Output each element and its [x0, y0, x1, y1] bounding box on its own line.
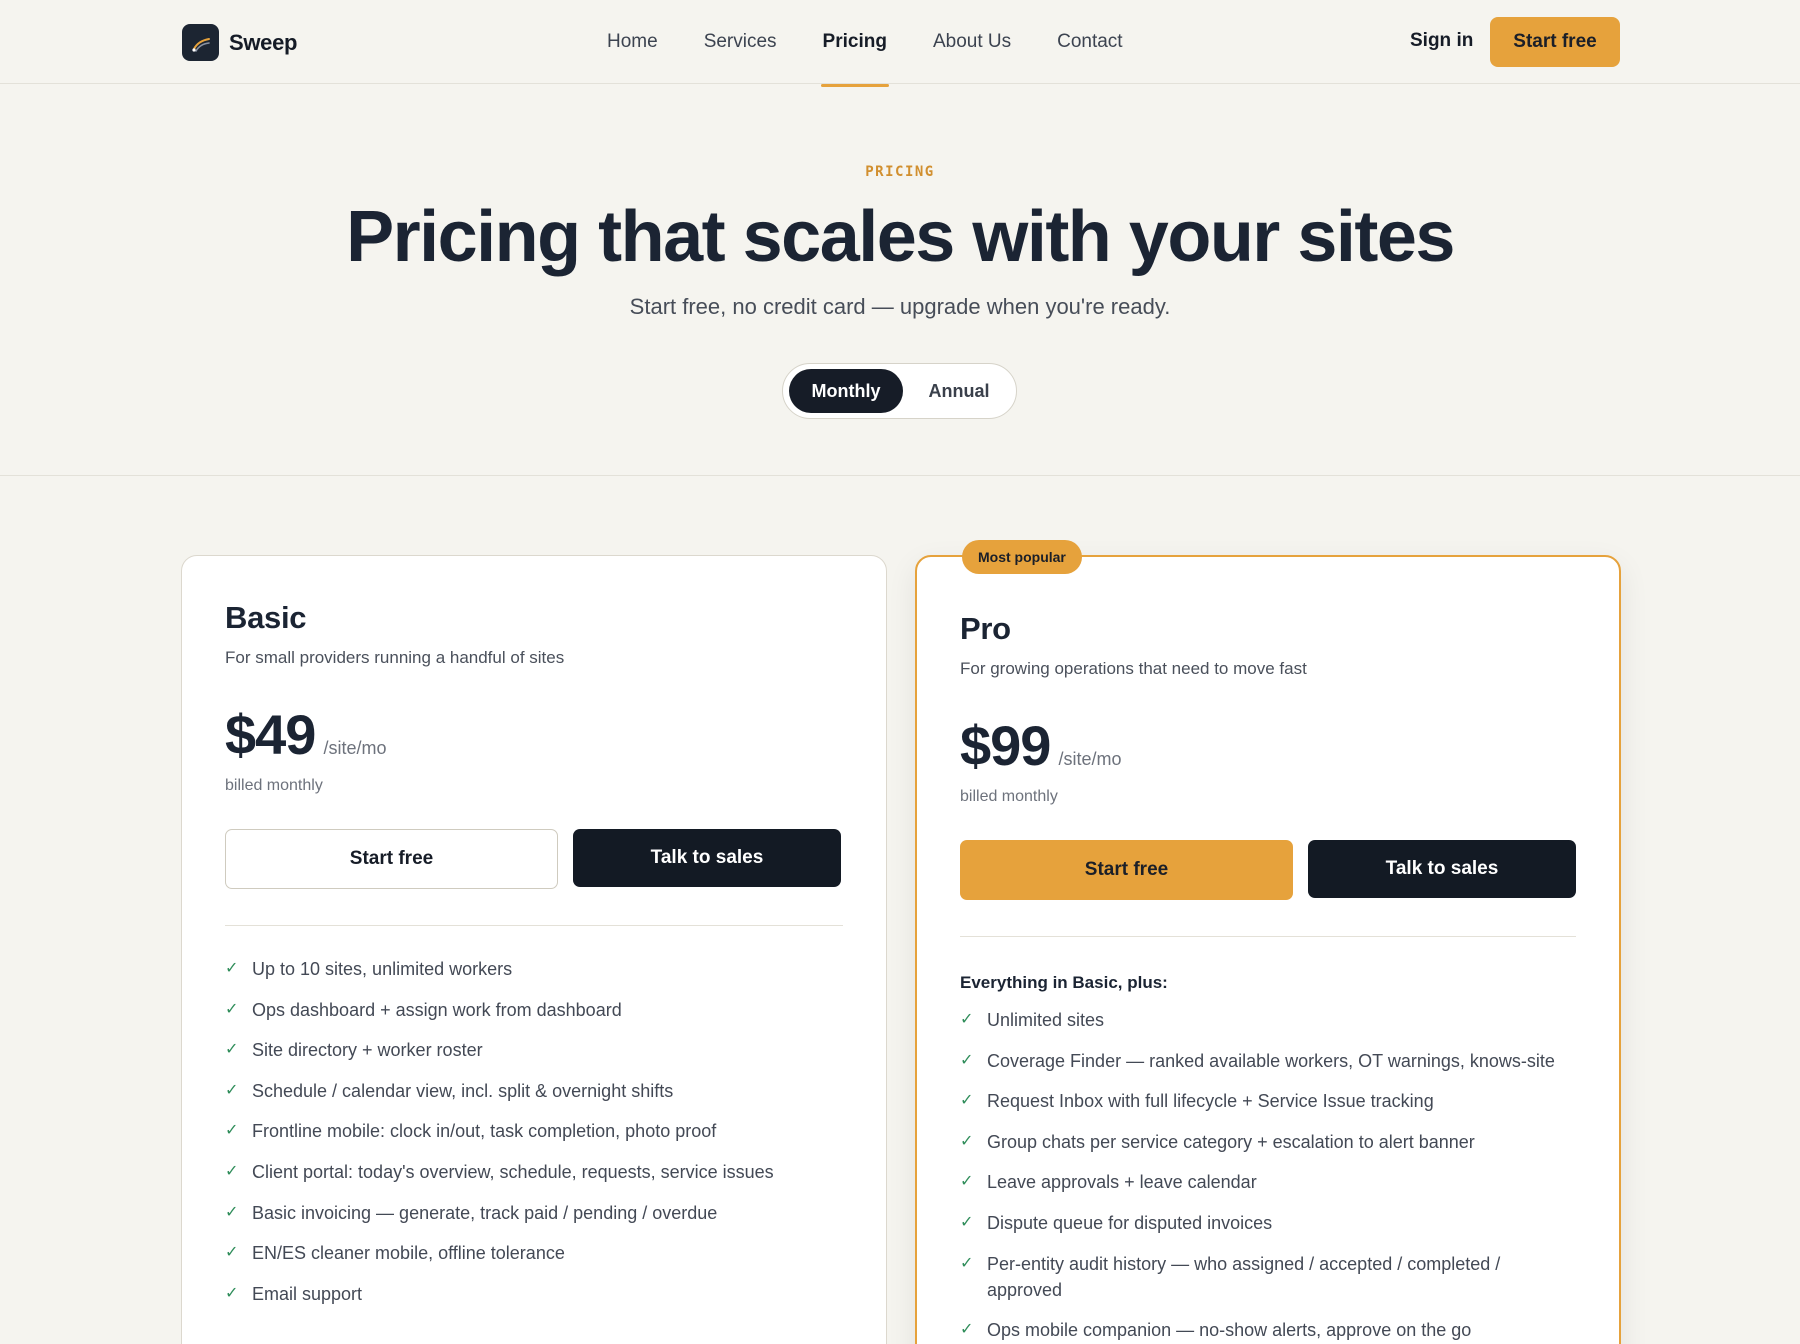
- feature-item: ✓ Basic invoicing — generate, track paid …: [225, 1200, 843, 1226]
- pro-start-free-button[interactable]: Start free: [960, 840, 1293, 900]
- billing-note: billed monthly: [960, 788, 1058, 805]
- check-icon: ✓: [960, 1321, 974, 1339]
- feature-item: ✓ Ops mobile companion — no-show alerts, …: [960, 1317, 1576, 1343]
- feature-item: ✓ Client portal: today's overview, schedu…: [225, 1159, 843, 1185]
- pro-talk-to-sales-button[interactable]: Talk to sales: [1308, 840, 1576, 898]
- sweep-logo-icon: [182, 24, 219, 61]
- pricing-hero: PRICING Pricing that scales with your si…: [0, 84, 1800, 476]
- check-icon: ✓: [960, 1092, 974, 1110]
- check-icon: ✓: [225, 1162, 239, 1180]
- features-heading: Everything in Basic, plus:: [960, 973, 1168, 992]
- check-icon: ✓: [225, 1041, 239, 1059]
- plan-description: For small providers running a handful of…: [225, 648, 565, 667]
- check-icon: ✓: [225, 1000, 239, 1018]
- basic-start-free-button[interactable]: Start free: [225, 829, 558, 889]
- billing-note: billed monthly: [225, 777, 323, 794]
- nav-contact[interactable]: Contact: [1057, 0, 1122, 84]
- plan-actions: Start free Talk to sales: [960, 840, 1576, 900]
- price-unit: /site/mo: [1058, 749, 1122, 769]
- site-header: Sweep Home Services Pricing About Us Con…: [0, 0, 1800, 87]
- feature-item: ✓ Leave approvals + leave calendar: [960, 1169, 1576, 1195]
- check-icon: ✓: [225, 1244, 239, 1262]
- plan-name: Basic: [225, 600, 307, 635]
- feature-item: ✓ Ops dashboard + assign work from dashbo…: [225, 997, 843, 1023]
- plan-price: $99: [960, 714, 1051, 777]
- check-icon: ✓: [225, 1081, 239, 1099]
- feature-item: ✓ Site directory + worker roster: [225, 1037, 843, 1063]
- feature-list: ✓ Unlimited sites ✓ Coverage Finder — rank…: [960, 1007, 1576, 1343]
- feature-item: ✓ Frontline mobile: clock in/out, task co…: [225, 1118, 843, 1144]
- nav-home[interactable]: Home: [607, 0, 658, 84]
- price-unit: /site/mo: [323, 738, 387, 758]
- price-row: $49 /site/mo: [225, 702, 843, 767]
- nav-pricing[interactable]: Pricing: [820, 0, 890, 87]
- plan-price: $49: [225, 703, 316, 766]
- price-row: $99 /site/mo: [960, 713, 1576, 778]
- divider: [225, 925, 843, 926]
- check-icon: ✓: [960, 1051, 974, 1069]
- plan-name: Pro: [960, 611, 1011, 646]
- feature-item: ✓ Request Inbox with full lifecycle + Ser…: [960, 1088, 1576, 1114]
- nav-about-us[interactable]: About Us: [933, 0, 1011, 84]
- feature-item: ✓ Per-entity audit history — who assigned…: [960, 1251, 1576, 1303]
- check-icon: ✓: [960, 1213, 974, 1231]
- brand-logo[interactable]: Sweep: [182, 24, 298, 61]
- page-title: Pricing that scales with your sites: [346, 197, 1455, 277]
- feature-item: ✓ Schedule / calendar view, incl. split &…: [225, 1078, 843, 1104]
- check-icon: ✓: [225, 1284, 239, 1302]
- feature-item: ✓ Group chats per service category + esca…: [960, 1129, 1576, 1155]
- plan-card-basic: Basic For small providers running a hand…: [181, 555, 887, 1344]
- feature-item: ✓ Up to 10 sites, unlimited workers: [225, 956, 843, 982]
- check-icon: ✓: [225, 1203, 239, 1221]
- sign-in-link[interactable]: Sign in: [1410, 30, 1473, 52]
- billing-period-toggle: Monthly Annual: [782, 363, 1017, 419]
- feature-list: ✓ Up to 10 sites, unlimited workers ✓ Ops …: [225, 956, 843, 1307]
- nav-services[interactable]: Services: [704, 0, 777, 84]
- eyebrow-label: PRICING: [865, 164, 935, 180]
- check-icon: ✓: [960, 1132, 974, 1150]
- toggle-annual[interactable]: Annual: [905, 369, 1013, 413]
- main-nav: Home Services Pricing About Us Contact: [607, 0, 1169, 87]
- divider: [960, 936, 1576, 937]
- plan-actions: Start free Talk to sales: [225, 829, 843, 889]
- toggle-monthly[interactable]: Monthly: [789, 369, 903, 413]
- brand-name: Sweep: [229, 29, 298, 55]
- plan-card-pro: Most popular Pro For growing operations …: [915, 540, 1621, 1344]
- basic-talk-to-sales-button[interactable]: Talk to sales: [573, 829, 841, 887]
- page-subtitle: Start free, no credit card — upgrade whe…: [629, 294, 1171, 319]
- feature-item: ✓ Coverage Finder — ranked available work…: [960, 1048, 1576, 1074]
- most-popular-badge: Most popular: [962, 540, 1082, 574]
- feature-item: ✓ Unlimited sites: [960, 1007, 1576, 1033]
- feature-item: ✓ Email support: [225, 1281, 843, 1307]
- check-icon: ✓: [960, 1254, 974, 1272]
- feature-item: ✓ EN/ES cleaner mobile, offline tolerance: [225, 1240, 843, 1266]
- feature-item: ✓ Dispute queue for disputed invoices: [960, 1210, 1576, 1236]
- check-icon: ✓: [960, 1173, 974, 1191]
- check-icon: ✓: [960, 1011, 974, 1028]
- check-icon: ✓: [225, 1122, 239, 1140]
- header-start-free-button[interactable]: Start free: [1490, 17, 1620, 67]
- plan-description: For growing operations that need to move…: [960, 659, 1307, 678]
- check-icon: ✓: [225, 960, 239, 977]
